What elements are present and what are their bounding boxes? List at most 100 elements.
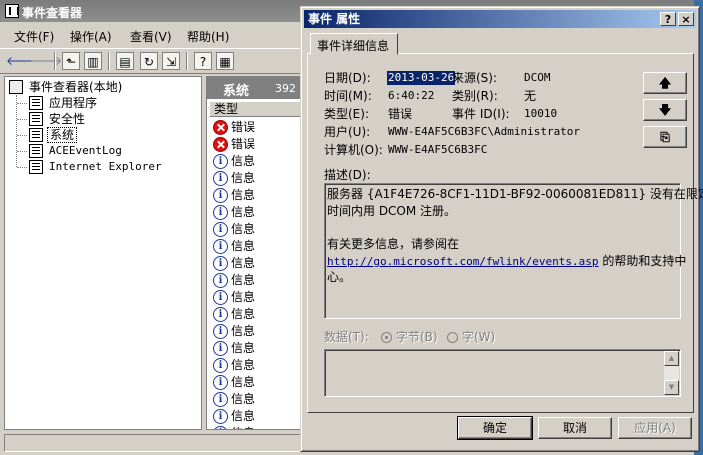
ok-button[interactable]: 确定: [457, 416, 533, 440]
tab-event-details[interactable]: 事件详细信息: [310, 33, 398, 55]
bytes-radio[interactable]: [381, 332, 392, 343]
forward-arrow-icon[interactable]: 🡒: [30, 52, 62, 70]
table-row[interactable]: i信息: [211, 340, 305, 357]
event-id-value[interactable]: 10010: [524, 107, 557, 121]
row-type-label: 信息: [231, 307, 256, 321]
table-row[interactable]: i信息: [211, 204, 305, 221]
menu-help[interactable]: 帮助(H): [187, 28, 229, 45]
date-value[interactable]: 2013-03-26: [387, 71, 456, 85]
table-row[interactable]: i信息: [211, 170, 305, 187]
event-viewer-app-icon: [5, 4, 19, 18]
tree-item-label: 安全性: [49, 112, 86, 126]
apply-button[interactable]: 应用(A): [618, 417, 692, 439]
tree-connector: [17, 167, 27, 168]
menu-file[interactable]: 文件(F): [14, 28, 54, 45]
row-type-label: 信息: [231, 375, 256, 389]
cancel-button[interactable]: 取消: [538, 417, 612, 439]
category-label: 类别(R):: [452, 89, 498, 103]
column-header-type[interactable]: 类型: [209, 101, 305, 117]
toolbar-separator: [54, 52, 56, 70]
copy-event-button[interactable]: ⎘: [643, 126, 687, 148]
help-button[interactable]: ?: [660, 12, 676, 26]
table-row[interactable]: 错误: [211, 136, 305, 153]
info-icon: i: [213, 358, 228, 373]
table-row[interactable]: i信息: [211, 357, 305, 374]
show-hide-tree-icon[interactable]: ▥: [84, 52, 102, 70]
computer-label: 计算机(O):: [324, 143, 383, 157]
type-value[interactable]: 错误: [388, 107, 412, 121]
help-link[interactable]: http://go.microsoft.com/fwlink/events.as…: [327, 255, 599, 268]
description-line: 心。: [327, 270, 352, 284]
tree-item-label: ACEEventLog: [49, 144, 122, 157]
console-icon[interactable]: ▦: [216, 52, 234, 70]
table-row[interactable]: i信息: [211, 425, 305, 429]
description-textbox[interactable]: 服务器 {A1F4E726-8CF1-11D1-BF92-0060081ED81…: [324, 183, 703, 319]
list-title: 系统: [223, 84, 250, 99]
time-value[interactable]: 6:40:22: [388, 89, 434, 103]
event-count: 392: [275, 82, 296, 95]
row-type-label: 信息: [231, 154, 256, 168]
properties-icon[interactable]: ▤: [116, 52, 134, 70]
table-row[interactable]: i信息: [211, 255, 305, 272]
table-row[interactable]: i信息: [211, 187, 305, 204]
back-arrow-icon[interactable]: 🡐: [6, 52, 38, 70]
info-icon: i: [213, 239, 228, 254]
table-row[interactable]: i信息: [211, 374, 305, 391]
menu-view[interactable]: 查看(V): [130, 28, 172, 45]
table-row[interactable]: i信息: [211, 306, 305, 323]
error-icon: [213, 120, 228, 135]
data-label: 数据(T):: [324, 330, 369, 344]
table-row[interactable]: 错误: [211, 119, 305, 136]
close-button[interactable]: ×: [678, 12, 694, 26]
time-label: 时间(M):: [324, 89, 372, 103]
table-row[interactable]: i信息: [211, 238, 305, 255]
export-list-icon[interactable]: ⇲: [162, 52, 180, 70]
dialog-titlebar[interactable]: 事件 属性 ? ×: [304, 10, 696, 28]
info-icon: i: [213, 307, 228, 322]
log-icon: [29, 112, 43, 126]
user-value[interactable]: WWW-E4AF5C6B3FC\Administrator: [388, 125, 580, 139]
row-type-label: 信息: [231, 324, 256, 338]
data-scrollbar[interactable]: ▲ ▼: [664, 351, 679, 395]
data-textbox[interactable]: ▲ ▼: [324, 349, 681, 397]
words-radio-label: 字(W): [462, 330, 496, 344]
table-row[interactable]: i信息: [211, 289, 305, 306]
previous-event-button[interactable]: 🡅: [643, 72, 687, 94]
menu-bar: 文件(F) 操作(A) 查看(V) 帮助(H): [0, 26, 310, 46]
table-row[interactable]: i信息: [211, 153, 305, 170]
description-text: 的帮助和支持中: [598, 254, 687, 268]
tree-connector: [16, 95, 17, 167]
tree-item-label: 系统: [47, 127, 78, 143]
event-list-pane: 系统 392 类型 错误 错误 i 信息 i 信息 i 信息 i 信息 i 信息 i 信息 i 信息 i 信息 i 信…: [206, 76, 306, 430]
computer-value[interactable]: WWW-E4AF5C6B3FC: [388, 143, 487, 157]
scroll-up-icon[interactable]: ▲: [664, 351, 679, 366]
scroll-down-icon[interactable]: ▼: [664, 380, 679, 395]
type-label: 类型(E):: [324, 107, 369, 121]
info-icon: i: [213, 409, 228, 424]
table-row[interactable]: i信息: [211, 323, 305, 340]
description-line: 服务器 {A1F4E726-8CF1-11D1-BF92-0060081ED81…: [327, 187, 703, 201]
menu-action[interactable]: 操作(A): [70, 28, 112, 45]
words-radio[interactable]: [447, 332, 458, 343]
source-value[interactable]: DCOM: [524, 71, 551, 85]
log-icon: [29, 144, 43, 158]
description-line: 有关更多信息，请参阅在: [327, 237, 460, 251]
category-value[interactable]: 无: [524, 89, 536, 103]
table-row[interactable]: i信息: [211, 272, 305, 289]
tree-item-label: 应用程序: [49, 96, 98, 110]
refresh-icon[interactable]: ↻: [140, 52, 158, 70]
table-row[interactable]: i信息: [211, 221, 305, 238]
tab-label: 事件详细信息: [317, 39, 390, 53]
table-row[interactable]: i信息: [211, 391, 305, 408]
help-icon[interactable]: ?: [194, 52, 212, 70]
bytes-radio-label: 字节(B): [396, 330, 438, 344]
main-window-title: 事件查看器: [22, 6, 83, 20]
row-type-label: 信息: [231, 409, 256, 423]
info-icon: i: [213, 324, 228, 339]
next-event-button[interactable]: 🡇: [643, 99, 687, 121]
toolbar: 🡐 🡒 ⬑ ▥ ▤ ↻ ⇲ ? ▦: [0, 48, 310, 74]
row-type-label: 信息: [231, 188, 256, 202]
table-row[interactable]: i信息: [211, 408, 305, 425]
up-folder-icon[interactable]: ⬑: [62, 52, 80, 70]
row-type-label: 信息: [231, 256, 256, 270]
